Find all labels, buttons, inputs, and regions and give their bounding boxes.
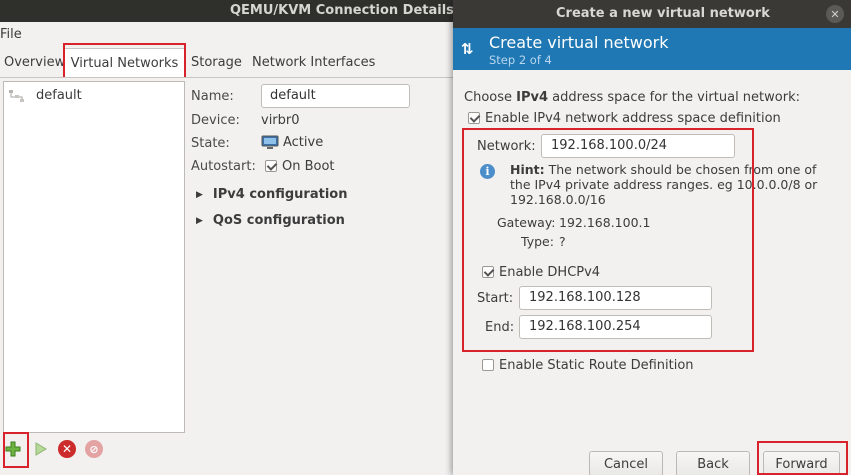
dialog-titlebar: Create a new virtual network ✕ — [453, 0, 851, 28]
state-value-group: Active — [261, 135, 323, 150]
start-network-button[interactable] — [29, 438, 51, 460]
dialog-header-title: Create virtual network — [489, 33, 669, 52]
delete-icon: ⊘ — [85, 440, 103, 458]
tab-bar: Overview Virtual Networks Storage Networ… — [0, 48, 460, 78]
cancel-button[interactable]: Cancel — [589, 451, 663, 475]
dialog-header: ⇅ Create virtual network Step 2 of 4 — [453, 28, 851, 70]
dialog-step-indicator: Step 2 of 4 — [489, 53, 552, 67]
ipv4-configuration-expander[interactable]: ▶ IPv4 configuration — [196, 187, 347, 202]
main-window-title: QEMU/KVM Connection Details — [230, 3, 454, 18]
close-icon[interactable]: ✕ — [826, 5, 844, 23]
menu-file[interactable]: File — [0, 27, 22, 42]
tab-storage[interactable]: Storage — [187, 48, 246, 78]
dhcp-end-field[interactable]: 192.168.100.254 — [519, 315, 712, 339]
expander-arrow-icon: ▶ — [196, 189, 203, 200]
stop-network-button[interactable]: ✕ — [56, 438, 78, 460]
back-button[interactable]: Back — [676, 451, 750, 475]
static-route-label: Enable Static Route Definition — [499, 358, 694, 373]
dhcp-start-field[interactable]: 192.168.100.128 — [519, 286, 712, 310]
enable-ipv4-toggle[interactable]: Enable IPv4 network address space defini… — [468, 111, 781, 126]
autostart-toggle[interactable]: On Boot — [265, 159, 335, 174]
delete-network-button[interactable]: ⊘ — [83, 438, 105, 460]
state-label: State: — [191, 136, 230, 151]
tab-network-interfaces[interactable]: Network Interfaces — [248, 48, 379, 78]
menubar: File — [0, 22, 460, 48]
info-icon: i — [480, 164, 495, 179]
stop-icon: ✕ — [58, 440, 76, 458]
type-value: ? — [559, 234, 566, 249]
expander-arrow-icon: ▶ — [196, 215, 203, 226]
enable-ipv4-label: Enable IPv4 network address space defini… — [485, 111, 781, 126]
name-label: Name: — [191, 89, 234, 104]
enable-dhcp-checkbox[interactable] — [482, 265, 494, 278]
virtual-networks-panel: default Name: default Device: virbr0 Sta… — [0, 77, 460, 475]
network-label: Network: — [477, 139, 536, 154]
dhcp-start-label: Start: — [477, 291, 514, 306]
autostart-value: On Boot — [282, 159, 335, 174]
create-network-dialog: Create a new virtual network ✕ ⇅ Create … — [453, 0, 851, 475]
ipv4-intro-text: Choose IPv4 address space for the virtua… — [464, 90, 800, 105]
qos-configuration-expander[interactable]: ▶ QoS configuration — [196, 213, 345, 228]
list-item[interactable]: default — [8, 88, 82, 103]
dialog-window-title: Create a new virtual network — [556, 6, 770, 21]
static-route-checkbox[interactable] — [482, 358, 494, 371]
monitor-icon — [261, 135, 279, 149]
device-label: Device: — [191, 113, 240, 128]
enable-ipv4-checkbox[interactable] — [468, 111, 480, 124]
forward-button[interactable]: Forward — [763, 451, 840, 475]
enable-dhcp-toggle[interactable]: Enable DHCPv4 — [482, 265, 600, 280]
network-name: default — [36, 88, 82, 103]
tab-overview[interactable]: Overview — [0, 48, 69, 78]
gateway-label: Gateway: — [497, 215, 556, 230]
network-list[interactable]: default — [3, 81, 185, 433]
autostart-label: Autostart: — [191, 159, 256, 174]
enable-dhcp-label: Enable DHCPv4 — [499, 265, 601, 280]
qos-configuration-label: QoS configuration — [212, 213, 345, 228]
network-name-field[interactable]: default — [261, 84, 410, 108]
network-toolbar: ✕ ⊘ — [2, 434, 110, 464]
network-hint: Hint: The network should be chosen from … — [510, 162, 818, 207]
network-arrows-icon: ⇅ — [461, 40, 474, 58]
autostart-checkbox[interactable] — [265, 159, 277, 172]
state-value: Active — [283, 135, 324, 150]
network-address-field[interactable]: 192.168.100.0/24 — [541, 134, 735, 158]
type-label: Type: — [521, 234, 554, 249]
static-route-toggle[interactable]: Enable Static Route Definition — [482, 358, 694, 373]
dhcp-end-label: End: — [485, 320, 515, 335]
network-icon — [9, 89, 24, 102]
ipv4-configuration-label: IPv4 configuration — [212, 187, 348, 202]
tab-virtual-networks[interactable]: Virtual Networks — [64, 48, 185, 78]
device-value: virbr0 — [261, 113, 300, 128]
play-icon — [35, 442, 47, 456]
add-network-button[interactable] — [2, 438, 24, 460]
gateway-value: 192.168.100.1 — [559, 215, 651, 230]
plus-icon — [5, 441, 21, 457]
